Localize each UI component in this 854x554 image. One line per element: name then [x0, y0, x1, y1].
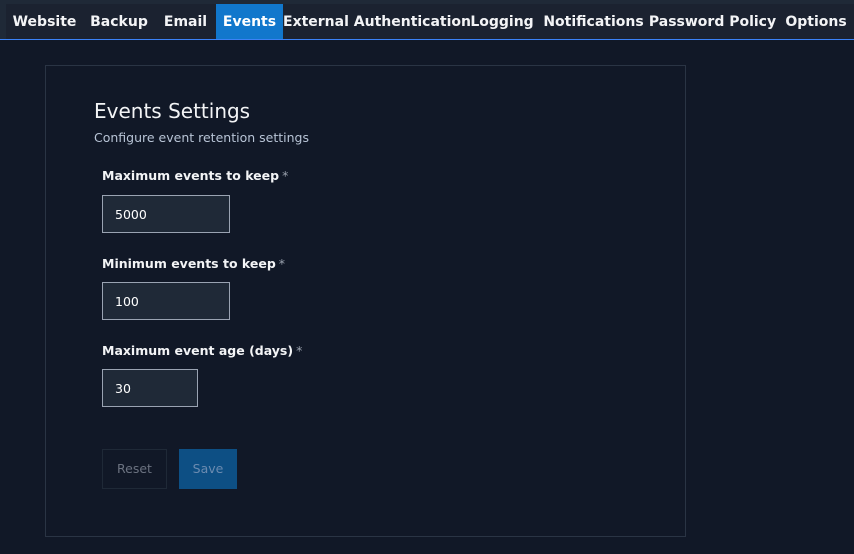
min-events-input[interactable]	[102, 282, 230, 320]
max-events-label: Maximum events to keep *	[102, 168, 288, 183]
max-events-label-text: Maximum events to keep	[102, 168, 280, 183]
tab-events[interactable]: Events	[216, 4, 283, 39]
required-marker: *	[282, 168, 289, 183]
card-title: Events Settings	[94, 99, 251, 123]
tab-options[interactable]: Options	[778, 4, 854, 39]
max-age-label: Maximum event age (days) *	[102, 343, 302, 358]
required-marker: *	[278, 256, 286, 271]
events-settings-card: Events Settings Configure event retentio…	[45, 65, 686, 537]
tab-notifications[interactable]: Notifications	[540, 4, 647, 39]
tab-password-policy[interactable]: Password Policy	[647, 4, 778, 39]
tab-backup[interactable]: Backup	[83, 4, 155, 39]
min-events-label-text: Minimum events to keep	[102, 256, 276, 271]
max-events-input[interactable]	[102, 195, 230, 233]
tab-website[interactable]: Website	[6, 4, 83, 39]
max-age-input[interactable]	[102, 369, 198, 407]
card-subtitle: Configure event retention settings	[94, 130, 309, 145]
reset-button[interactable]: Reset	[102, 449, 167, 489]
save-button[interactable]: Save	[179, 449, 237, 489]
settings-tab-bar: Website Backup Email Events External Aut…	[0, 0, 854, 40]
max-age-label-text: Maximum event age (days)	[102, 343, 294, 358]
tab-logging[interactable]: Logging	[464, 4, 540, 39]
tab-external-authentication[interactable]: External Authentication	[283, 4, 471, 39]
tab-email[interactable]: Email	[155, 4, 216, 39]
required-marker: *	[296, 343, 303, 358]
min-events-label: Minimum events to keep *	[102, 256, 285, 271]
